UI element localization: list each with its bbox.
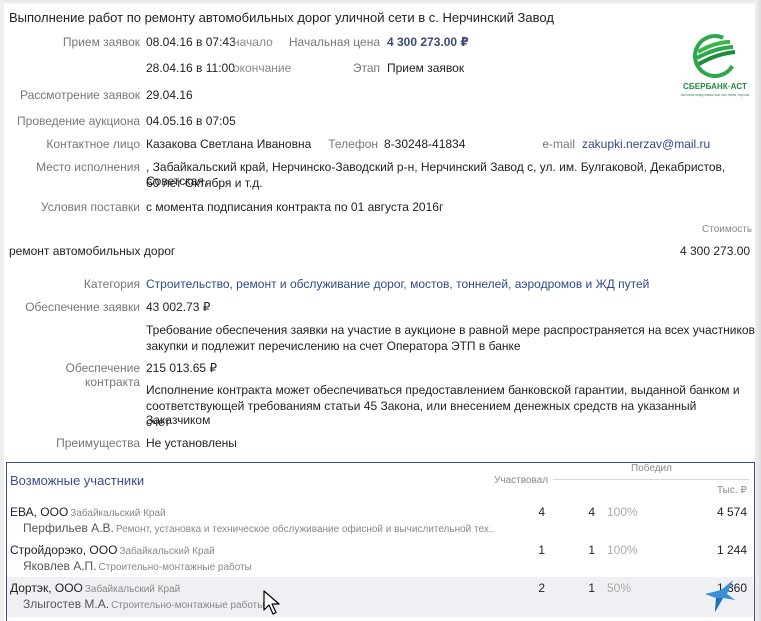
- contract-security-label: Обеспечение контракта: [65, 361, 140, 389]
- app-security-value: 43 002.73 ₽: [146, 300, 211, 314]
- participant-person: Яковлев А.П. Строительно-монтажные работы: [23, 559, 252, 573]
- win-percent: 100%: [607, 505, 638, 519]
- header-divider: [553, 479, 749, 480]
- won-count: 1: [588, 543, 595, 557]
- category-label: Категория: [83, 277, 140, 291]
- application-start-label: Прием заявок: [62, 35, 140, 49]
- app-security-note-line1: Требование обеспечения заявки на участие…: [146, 323, 755, 337]
- application-start-value: 08.04.16 в 07:43: [146, 35, 236, 49]
- participant-person: Злыгостев М.А. Строительно-монтажные рабо…: [23, 597, 265, 611]
- sberbank-ast-logo: СБЕРБАНК·АСТ Автоматизированная система …: [680, 30, 750, 97]
- participants-panel: Возможные участники Участвовал Победил Т…: [6, 462, 755, 621]
- participant-org: Стройдорэко, ООО Забайкальский Край: [10, 543, 215, 557]
- col-thousand-header: Тыс. ₽: [717, 485, 747, 496]
- phone-label: Телефон: [328, 137, 378, 151]
- advantages-value: Не установлены: [146, 436, 237, 450]
- participant-org: Дортэк, ООО Забайкальский Край: [10, 581, 181, 595]
- left-edge: [0, 0, 4, 621]
- phone-value: 8-30248-41834: [384, 137, 466, 151]
- email-label: e-mail: [542, 137, 575, 151]
- participant-row[interactable]: ЕВА, ООО Забайкальский Край Перфильев А.В…: [7, 501, 753, 541]
- contract-security-note-line3: счет: [146, 415, 170, 429]
- won-count: 4: [588, 505, 595, 519]
- review-label: Рассмотрение заявок: [20, 88, 140, 102]
- cost-header: Стоимость: [702, 224, 753, 235]
- start-price-value: 4 300 273.00 ₽: [387, 35, 469, 49]
- app-security-note-line2: закупки и подлежит перечислению на счет …: [146, 339, 521, 353]
- stage-value: Прием заявок: [387, 61, 465, 75]
- application-start-note: начало: [233, 35, 273, 49]
- place-value-line2: 60 лет Октября и т.д.: [146, 176, 263, 190]
- contract-security-note-line2: соответствующей требованиям статьи 45 За…: [146, 399, 697, 427]
- item-name: ремонт автомобильных дорог: [9, 244, 176, 258]
- participant-activity: Строительно-монтажные работы: [98, 562, 252, 573]
- participant-region: Забайкальский Край: [84, 584, 181, 595]
- contract-security-note-line1: Исполнение контракта может обеспечиватьс…: [146, 383, 740, 397]
- participant-row[interactable]: Дортэк, ООО Забайкальский Край Злыгостев …: [7, 577, 753, 617]
- page-title: Выполнение работ по ремонту автомобильны…: [9, 10, 554, 25]
- col-participated-header: Участвовал: [494, 475, 549, 486]
- email-link[interactable]: zakupki.nerzav@mail.ru: [582, 137, 710, 151]
- logo-text: СБЕРБАНК·АСТ: [683, 82, 747, 91]
- category-link[interactable]: Строительство, ремонт и обслуживание дор…: [146, 277, 649, 291]
- participant-region: Забайкальский Край: [70, 508, 166, 519]
- delivery-label: Условия поставки: [40, 200, 140, 214]
- bird-logo-icon: [705, 580, 735, 612]
- won-count: 1: [588, 581, 595, 595]
- application-end-value: 28.04.16 в 11:00: [146, 61, 235, 75]
- item-cost: 4 300 273.00: [680, 244, 751, 258]
- stage-label: Этап: [352, 61, 380, 75]
- mouse-cursor-icon: [263, 590, 280, 615]
- logo-subtext: Автоматизированная система торгов: [680, 92, 750, 97]
- start-price-label: Начальная цена: [288, 35, 380, 49]
- participated-count: 2: [538, 581, 545, 595]
- participant-org: ЕВА, ООО Забайкальский Край: [10, 505, 166, 519]
- app-security-label: Обеспечение заявки: [25, 300, 140, 314]
- participant-activity: Строительно-монтажные работы: [111, 600, 265, 611]
- participant-row[interactable]: Стройдорэко, ООО Забайкальский Край Яковл…: [7, 539, 753, 579]
- top-edge: [0, 0, 761, 4]
- amount: 4 574: [716, 505, 747, 519]
- contact-value: Казакова Светлана Ивановна: [146, 137, 312, 151]
- participated-count: 4: [538, 505, 545, 519]
- contract-security-value: 215 013.65 ₽: [146, 361, 218, 375]
- sberbank-logo-icon: [693, 34, 737, 78]
- win-percent: 100%: [607, 543, 638, 557]
- participant-activity: Ремонт, установка и техническое обслужив…: [115, 524, 495, 535]
- participants-title: Возможные участники: [10, 473, 145, 488]
- win-percent: 50%: [607, 581, 632, 595]
- auction-label: Проведение аукциона: [17, 114, 140, 128]
- delivery-value: с момента подписания контракта по 01 авг…: [146, 200, 444, 214]
- participant-region: Забайкальский Край: [119, 546, 215, 557]
- participant-person: Перфильев А.В. Ремонт, установка и технич…: [23, 521, 495, 535]
- contact-label: Контактное лицо: [46, 137, 140, 151]
- application-end-note: окончание: [233, 61, 292, 75]
- auction-value: 04.05.16 в 07:05: [146, 114, 236, 128]
- scrollbar[interactable]: [755, 0, 761, 621]
- review-value: 29.04.16: [146, 88, 193, 102]
- place-label: Место исполнения: [36, 160, 140, 174]
- participated-count: 1: [538, 543, 545, 557]
- advantages-label: Преимущества: [56, 436, 140, 450]
- col-won-header: Победил: [631, 463, 672, 474]
- amount: 1 244: [716, 543, 747, 557]
